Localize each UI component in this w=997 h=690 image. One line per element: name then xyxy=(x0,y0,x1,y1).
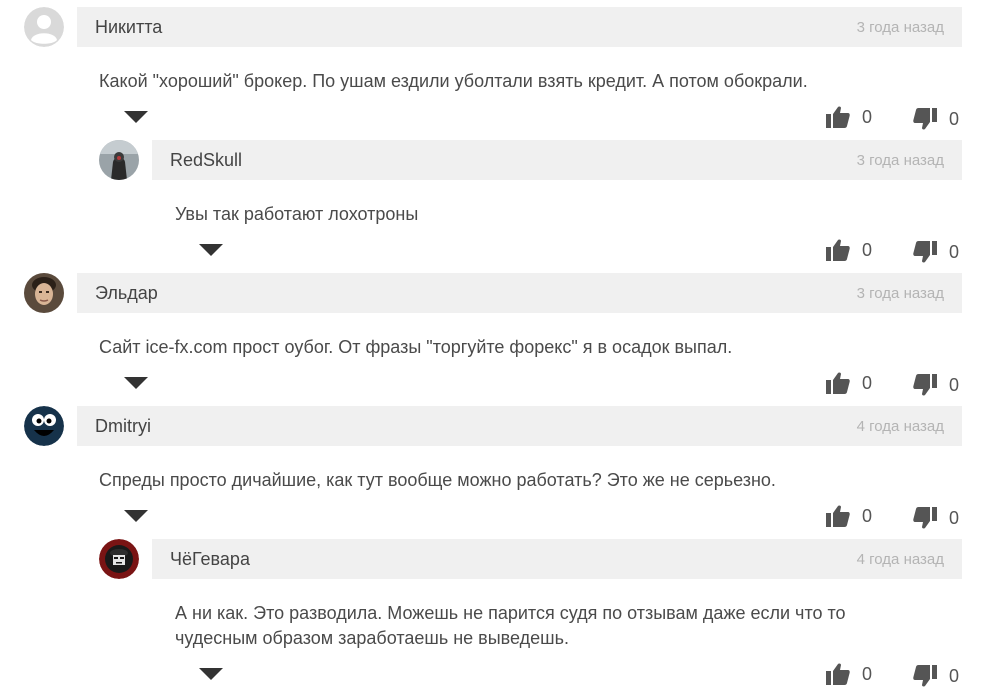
dislike-button[interactable]: 0 xyxy=(913,241,959,263)
comment-author[interactable]: Эльдар xyxy=(95,283,158,304)
comment-header: Эльдар 3 года назад xyxy=(77,273,962,313)
like-button[interactable]: 0 xyxy=(826,372,872,394)
comment-text: Спреды просто дичайшие, как тут вообще м… xyxy=(99,470,776,490)
comment-text: Увы так работают лохотроны xyxy=(175,204,419,224)
comment-date[interactable]: 3 года назад xyxy=(857,285,944,302)
dislike-count: 0 xyxy=(949,507,960,528)
like-count: 0 xyxy=(862,239,873,260)
comment-author[interactable]: ЧёГевара xyxy=(170,549,250,570)
thumbs-up-icon xyxy=(826,239,850,261)
thumbs-down-icon xyxy=(913,108,937,130)
comment-header: Dmitryi 4 года назад xyxy=(77,406,962,446)
avatar[interactable] xyxy=(24,273,64,313)
dislike-count: 0 xyxy=(949,108,960,129)
collapse-replies-icon[interactable] xyxy=(124,377,148,389)
thumbs-up-icon xyxy=(826,106,850,128)
comment-text-line: чудесным образом заработаешь не выведешь… xyxy=(175,628,569,648)
like-count: 0 xyxy=(862,106,873,127)
dislike-count: 0 xyxy=(949,665,960,686)
dislike-count: 0 xyxy=(949,374,960,395)
thumbs-down-icon xyxy=(913,665,937,687)
dislike-button[interactable]: 0 xyxy=(913,108,959,130)
like-count: 0 xyxy=(862,372,873,393)
thumbs-down-icon xyxy=(913,241,937,263)
comment-author[interactable]: Никитта xyxy=(95,17,162,38)
comment-header: ЧёГевара 4 года назад xyxy=(152,539,962,579)
like-button[interactable]: 0 xyxy=(826,239,872,261)
comment-author[interactable]: Dmitryi xyxy=(95,416,151,437)
like-count: 0 xyxy=(862,663,873,684)
collapse-replies-icon[interactable] xyxy=(199,668,223,680)
thumbs-down-icon xyxy=(913,374,937,396)
comment-header: Никитта 3 года назад xyxy=(77,7,962,47)
like-button[interactable]: 0 xyxy=(826,505,872,527)
thumbs-up-icon xyxy=(826,663,850,685)
collapse-replies-icon[interactable] xyxy=(124,510,148,522)
comment-date[interactable]: 3 года назад xyxy=(857,152,944,169)
avatar-default[interactable] xyxy=(24,7,64,47)
like-count: 0 xyxy=(862,505,873,526)
comment-date[interactable]: 3 года назад xyxy=(857,19,944,36)
collapse-replies-icon[interactable] xyxy=(199,244,223,256)
thumbs-up-icon xyxy=(826,372,850,394)
comment-author[interactable]: RedSkull xyxy=(170,150,242,171)
comment-date[interactable]: 4 года назад xyxy=(857,551,944,568)
dislike-count: 0 xyxy=(949,241,960,262)
comment-text: Сайт ice-fx.com прост оубог. От фразы "т… xyxy=(99,337,733,357)
comment-date[interactable]: 4 года назад xyxy=(857,418,944,435)
comment-header: RedSkull 3 года назад xyxy=(152,140,962,180)
avatar[interactable] xyxy=(99,140,139,180)
dislike-button[interactable]: 0 xyxy=(913,374,959,396)
like-button[interactable]: 0 xyxy=(826,106,872,128)
comment-text-line: А ни как. Это разводила. Можешь не парит… xyxy=(175,603,846,623)
thumbs-down-icon xyxy=(913,507,937,529)
dislike-button[interactable]: 0 xyxy=(913,507,959,529)
avatar[interactable] xyxy=(99,539,139,579)
avatar[interactable] xyxy=(24,406,64,446)
collapse-replies-icon[interactable] xyxy=(124,111,148,123)
comment-text: Какой "хороший" брокер. По ушам ездили у… xyxy=(99,71,808,91)
thumbs-up-icon xyxy=(826,505,850,527)
like-button[interactable]: 0 xyxy=(826,663,872,685)
dislike-button[interactable]: 0 xyxy=(913,665,959,687)
